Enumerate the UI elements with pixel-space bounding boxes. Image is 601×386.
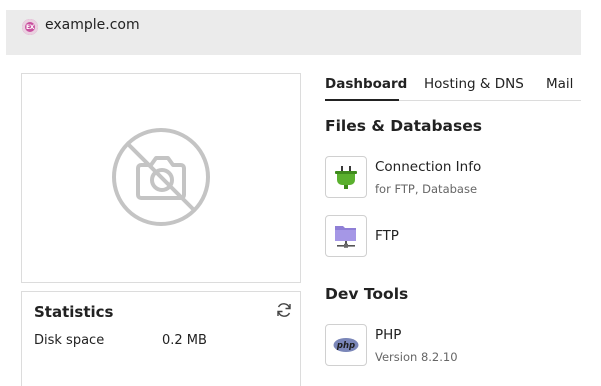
site-header: EX example.com bbox=[6, 10, 581, 55]
tab-dashboard[interactable]: Dashboard bbox=[325, 76, 407, 92]
site-name[interactable]: example.com bbox=[45, 17, 140, 33]
connection-info-description: for FTP, Database bbox=[375, 182, 478, 196]
disk-space-label: Disk space bbox=[34, 333, 105, 348]
connection-info-button[interactable] bbox=[325, 156, 367, 198]
site-preview-panel bbox=[21, 73, 301, 283]
statistics-title: Statistics bbox=[34, 303, 114, 321]
connection-info-link[interactable]: Connection Info bbox=[375, 159, 481, 175]
folder-network-icon bbox=[335, 226, 356, 248]
php-icon-text: php bbox=[336, 341, 355, 351]
php-link[interactable]: PHP bbox=[375, 327, 401, 343]
ftp-button[interactable] bbox=[325, 215, 367, 257]
refresh-icon[interactable] bbox=[275, 301, 293, 319]
plug-icon bbox=[335, 166, 357, 189]
files-databases-heading: Files & Databases bbox=[325, 117, 482, 135]
php-icon: php bbox=[333, 338, 359, 352]
php-button[interactable]: php bbox=[325, 324, 367, 366]
dev-tools-heading: Dev Tools bbox=[325, 285, 409, 303]
ftp-link[interactable]: FTP bbox=[375, 228, 399, 244]
site-badge-icon: EX bbox=[22, 19, 38, 35]
statistics-panel: Statistics Disk space 0.2 MB bbox=[21, 291, 301, 386]
disk-space-value: 0.2 MB bbox=[162, 333, 207, 348]
tab-mail[interactable]: Mail bbox=[546, 76, 573, 92]
tab-active-indicator bbox=[325, 99, 399, 101]
tab-hosting-dns[interactable]: Hosting & DNS bbox=[424, 76, 524, 92]
camera-off-icon bbox=[112, 128, 210, 226]
php-version: Version 8.2.10 bbox=[375, 350, 458, 364]
tab-bar: Dashboard Hosting & DNS Mail bbox=[325, 76, 581, 102]
